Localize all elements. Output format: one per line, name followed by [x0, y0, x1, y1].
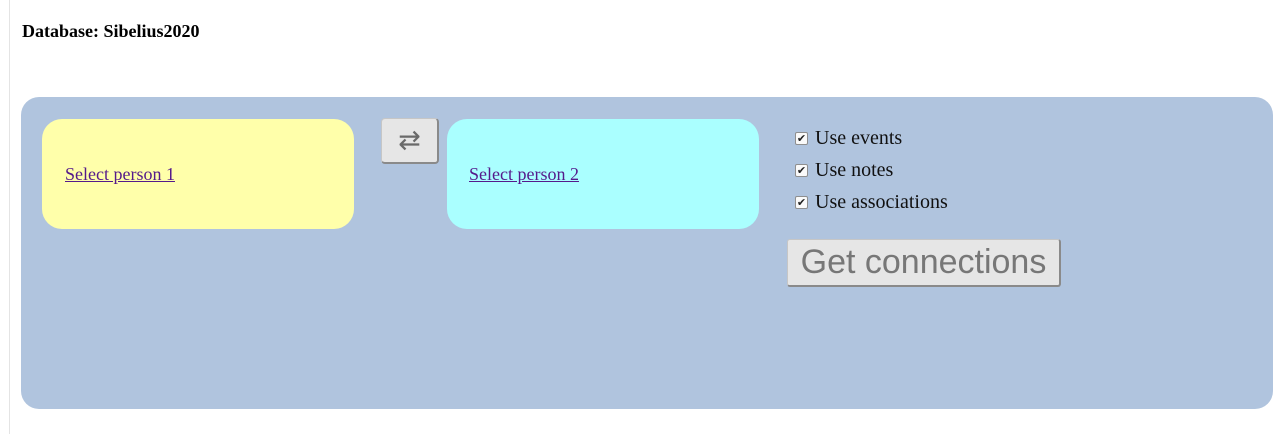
database-title: Database: Sibelius2020 — [22, 21, 200, 41]
use-notes-label[interactable]: Use notes — [815, 159, 893, 182]
person-2-box: Select person 2 — [447, 119, 759, 229]
swap-persons-button[interactable]: ⇄ — [381, 118, 439, 164]
left-divider — [9, 0, 10, 434]
use-events-label[interactable]: Use events — [815, 127, 902, 150]
get-connections-button[interactable]: Get connections — [787, 239, 1061, 287]
option-use-associations: ✔ Use associations — [795, 186, 948, 218]
person-1-box: Select person 1 — [42, 119, 354, 229]
use-events-checkbox[interactable]: ✔ — [795, 131, 808, 145]
options-list: ✔ Use events ✔ Use notes ✔ Use associati… — [795, 122, 948, 218]
connection-panel: Select person 1 ⇄ Select person 2 ✔ Use … — [21, 97, 1273, 409]
use-associations-checkbox[interactable]: ✔ — [795, 195, 808, 209]
select-person-1-link[interactable]: Select person 1 — [65, 164, 175, 185]
option-use-notes: ✔ Use notes — [795, 154, 948, 186]
use-associations-label[interactable]: Use associations — [815, 191, 948, 214]
swap-arrows-icon: ⇄ — [398, 125, 421, 156]
use-notes-checkbox[interactable]: ✔ — [795, 163, 808, 177]
option-use-events: ✔ Use events — [795, 122, 948, 154]
select-person-2-link[interactable]: Select person 2 — [469, 164, 579, 185]
